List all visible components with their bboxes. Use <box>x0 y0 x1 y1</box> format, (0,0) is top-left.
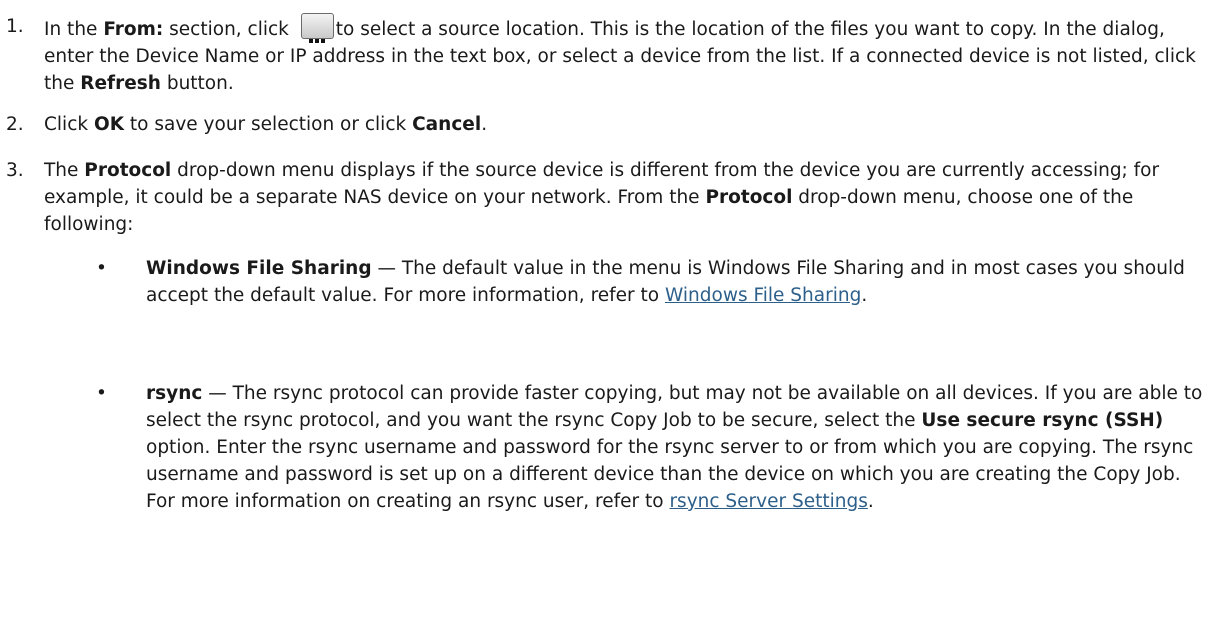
cancel-label: Cancel <box>412 114 482 135</box>
bullet-text: Windows File Sharing — The default value… <box>146 258 1185 306</box>
bullet-text: rsync — The rsync protocol can provide f… <box>146 383 1203 512</box>
bullet-term: rsync <box>146 383 203 404</box>
step-number: 3. <box>6 160 24 181</box>
browse-ellipsis-icon <box>300 13 334 43</box>
refresh-label: Refresh <box>80 73 161 94</box>
protocol-label: Protocol <box>84 160 172 181</box>
step-text: Click OK to save your selection or click… <box>44 114 488 135</box>
step-text: In the From: section, click to select a … <box>44 13 1204 97</box>
bullet-marker: • <box>96 383 107 404</box>
step-number: 1. <box>6 16 24 37</box>
secure-rsync-option-label: Use secure rsync (SSH) <box>921 410 1164 431</box>
ok-label: OK <box>93 114 125 135</box>
from-label: From: <box>103 19 164 40</box>
bullet-marker: • <box>96 258 107 279</box>
protocol-label: Protocol <box>705 187 793 208</box>
windows-file-sharing-link[interactable]: Windows File Sharing <box>665 285 861 306</box>
bullet-term: Windows File Sharing <box>146 258 372 279</box>
step-text: The Protocol drop-down menu displays if … <box>44 160 1160 235</box>
step-number: 2. <box>6 114 24 135</box>
rsync-server-settings-link[interactable]: rsync Server Settings <box>669 491 867 512</box>
